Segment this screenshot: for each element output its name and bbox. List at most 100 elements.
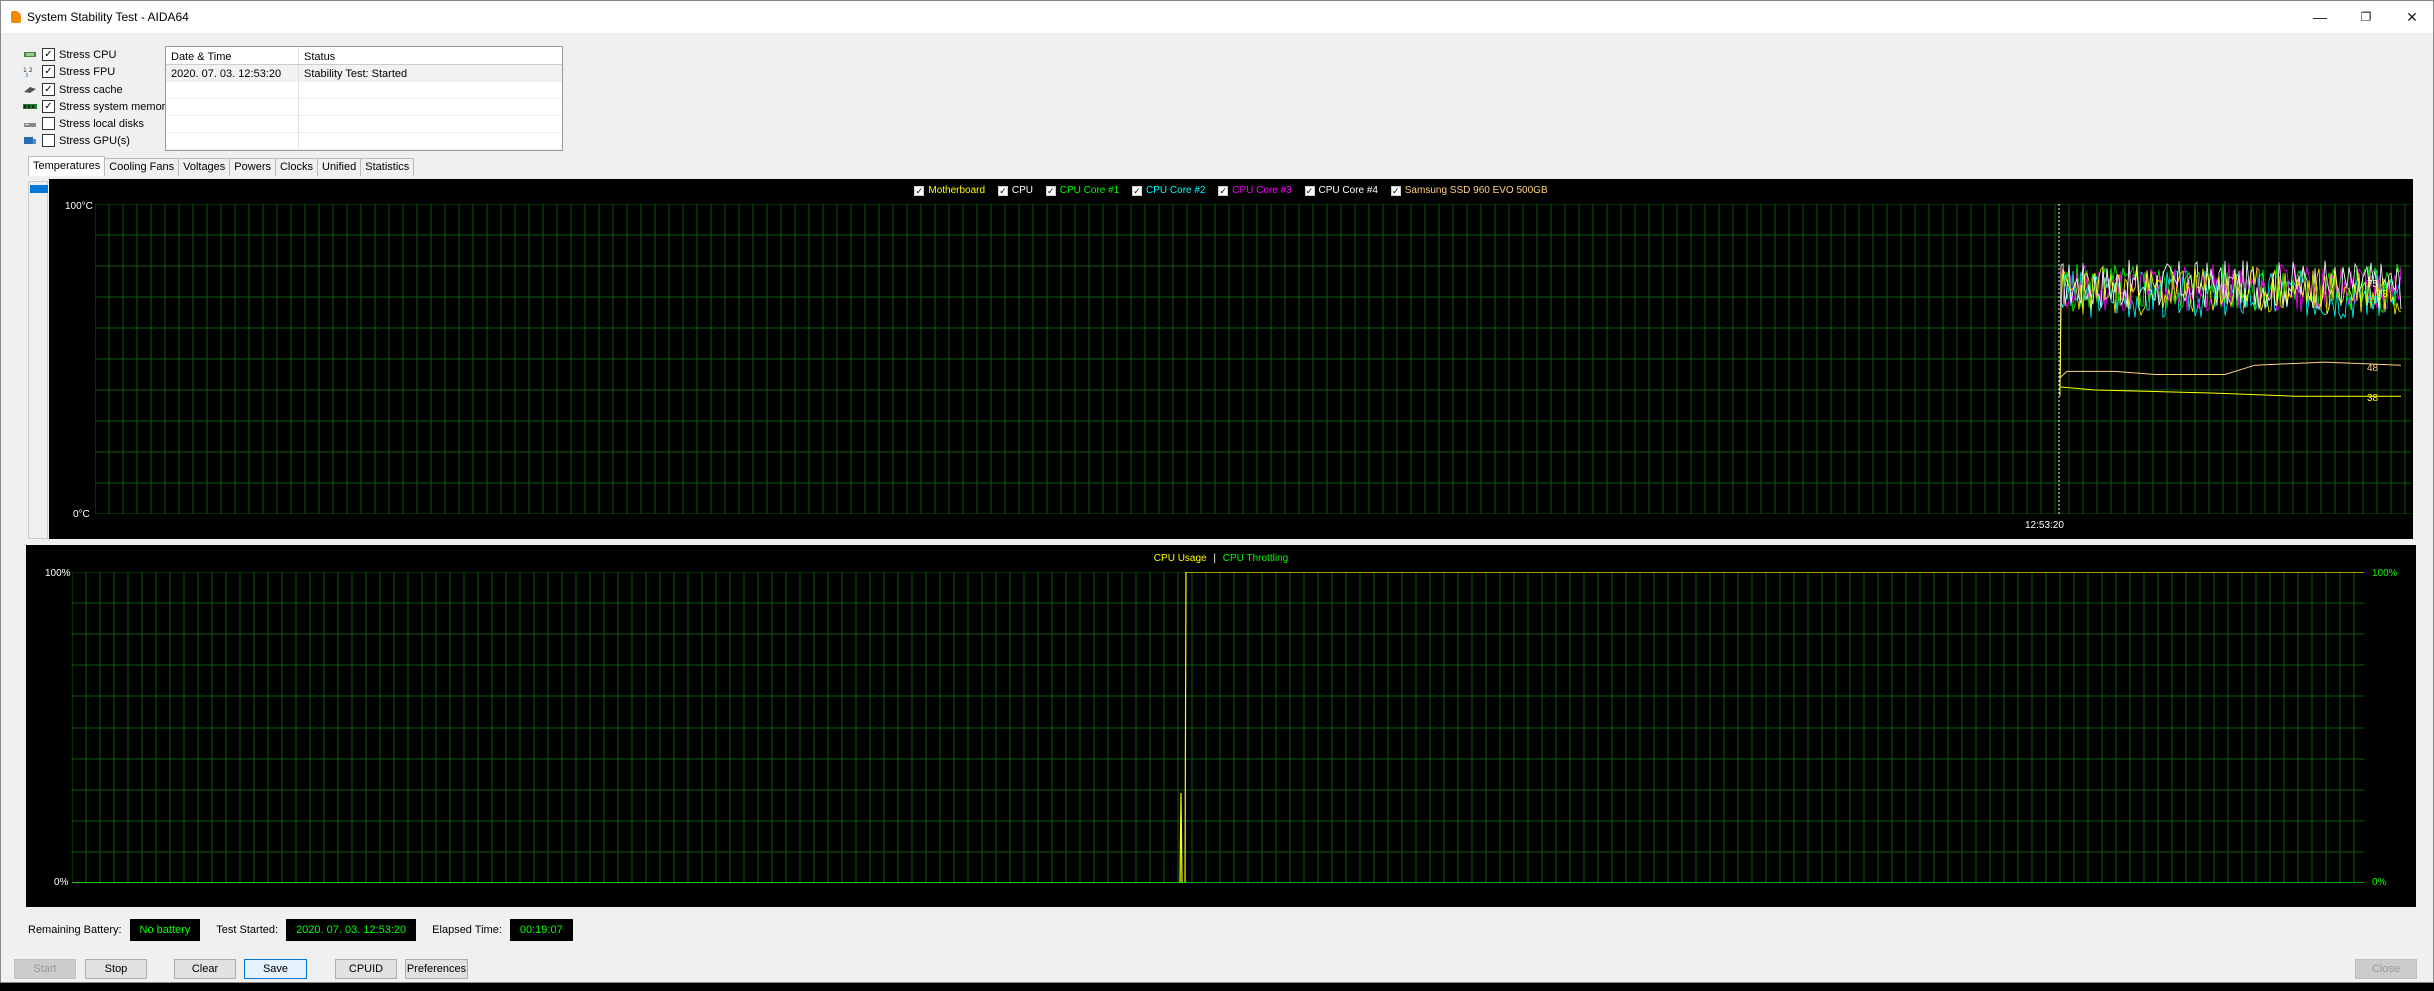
tab-powers[interactable]: Powers [229,158,276,176]
temp-value-label: 38 [2367,393,2379,404]
close-button[interactable]: Close [2355,959,2417,979]
temperature-plot-area [95,204,2411,514]
log-header-datetime[interactable]: Date & Time [166,47,299,64]
usage-y-min-right-label: 0% [2372,877,2387,888]
save-button[interactable]: Save [244,959,307,979]
usage-y-min-label: 0% [54,877,69,888]
stress-cpu-checkbox[interactable]: ✓ [42,48,55,61]
tab-statistics[interactable]: Statistics [360,158,415,176]
log-row-empty [166,99,562,116]
stress-disks-label: Stress local disks [59,117,144,130]
stress-gpu-option[interactable]: Stress GPU(s) [23,132,130,149]
title-bar: System Stability Test - AIDA64 — ❐ ✕ [1,1,2433,33]
temp-value-label: 69 [2367,295,2379,306]
tab-unified[interactable]: Unified [317,158,362,176]
graph-tabs: Temperatures Cooling Fans Voltages Power… [28,156,415,176]
legend-separator: | [1213,553,1216,564]
temp-value-label: 48 [2367,363,2379,374]
temperature-chart: ✓ Motherboard ✓ CPU ✓ CPU Core #1 ✓ CPU Core… [49,179,2413,539]
log-cell-status: Stability Test: Started [304,68,408,80]
legend-checkbox[interactable]: ✓ [1390,185,1401,196]
legend-cpu-throttling: CPU Throttling [1222,553,1289,564]
log-header-status[interactable]: Status [299,47,546,64]
cpu-icon [24,52,36,57]
stress-cpu-label: Stress CPU [59,48,117,61]
stress-gpu-checkbox[interactable] [42,134,55,147]
tab-temperatures[interactable]: Temperatures [28,156,106,176]
battery-value: No battery [129,919,201,941]
legend-label: CPU [1011,185,1033,196]
aida64-flame-icon [11,11,21,23]
log-cell-datetime: 2020. 07. 03. 12:53:20 [166,65,299,81]
legend-checkbox[interactable]: ✓ [997,185,1008,196]
elapsed-time-label: Elapsed Time: [432,924,502,936]
disk-icon [24,123,36,127]
close-window-button[interactable]: ✕ [2389,1,2434,33]
usage-plot-area [72,572,2364,883]
legend-label: Motherboard [928,185,986,196]
selected-sensor-bar[interactable] [30,185,48,193]
clear-button[interactable]: Clear [174,959,236,979]
time-marker-label: 12:53:20 [2025,520,2064,531]
legend-checkbox[interactable]: ✓ [1132,185,1143,196]
cpu-usage-chart: CPU Usage | CPU Throttling 100% 0% 100% … [26,545,2416,907]
minimize-button[interactable]: — [2297,1,2343,33]
stress-cache-checkbox[interactable]: ✓ [42,83,55,96]
stress-fpu-checkbox[interactable]: ✓ [42,65,55,78]
test-started-label: Test Started: [216,924,279,936]
log-row[interactable]: 2020. 07. 03. 12:53:20 Stability Test: S… [166,65,562,82]
stress-memory-checkbox[interactable]: ✓ [42,100,55,113]
legend-checkbox[interactable]: ✓ [914,185,925,196]
start-button[interactable]: Start [14,959,76,979]
stress-disks-checkbox[interactable] [42,117,55,130]
tab-voltages[interactable]: Voltages [178,158,231,176]
legend-item-motherboard[interactable]: ✓ Motherboard [914,185,985,196]
stress-cache-option[interactable]: ✓ Stress cache [23,81,123,98]
legend-label: CPU Core #2 [1146,185,1206,196]
legend-checkbox[interactable]: ✓ [1045,185,1056,196]
stress-fpu-option[interactable]: 1 23 ✓ Stress FPU [23,63,115,80]
tab-cooling-fans[interactable]: Cooling Fans [104,158,180,176]
stress-disks-option[interactable]: Stress local disks [23,115,144,132]
stress-cache-label: Stress cache [59,83,123,96]
legend-cpu-usage: CPU Usage [1153,553,1207,564]
stress-gpu-label: Stress GPU(s) [59,134,130,147]
usage-y-max-right-label: 100% [2372,568,2398,579]
stop-button[interactable]: Stop [85,959,147,979]
legend-item-samsung-ssd[interactable]: ✓ Samsung SSD 960 EVO 500GB [1390,185,1548,196]
elapsed-time-value: 00:19:07 [509,919,573,941]
cache-icon [24,87,36,93]
legend-label: CPU Core #3 [1232,185,1292,196]
preferences-button[interactable]: Preferences [405,959,468,979]
legend-item-cpu[interactable]: ✓ CPU [997,185,1033,196]
log-header-row: Date & Time Status [166,47,562,65]
status-bar: Remaining Battery: No battery Test Start… [28,919,573,941]
event-log-table: Date & Time Status 2020. 07. 03. 12:53:2… [165,46,563,151]
temp-value-label: 73 [2377,289,2389,300]
log-row-empty [166,82,562,99]
app-window: System Stability Test - AIDA64 — ❐ ✕ ✓ S… [0,0,2434,983]
cpuid-button[interactable]: CPUID [335,959,397,979]
legend-checkbox[interactable]: ✓ [1304,185,1315,196]
legend-item-cpu-core-2[interactable]: ✓ CPU Core #2 [1132,185,1205,196]
legend-item-cpu-core-4[interactable]: ✓ CPU Core #4 [1304,185,1378,196]
temp-y-max-label: 100°C [65,201,93,212]
legend-checkbox[interactable]: ✓ [1218,185,1229,196]
stress-memory-option[interactable]: ✓ Stress system memory [23,98,171,115]
usage-legend: CPU Usage | CPU Throttling [26,553,2416,564]
legend-item-cpu-core-1[interactable]: ✓ CPU Core #1 [1045,185,1120,196]
legend-item-cpu-core-3[interactable]: ✓ CPU Core #3 [1218,185,1292,196]
sensor-list-panel[interactable] [28,181,48,539]
stress-cpu-option[interactable]: ✓ Stress CPU [23,46,116,63]
battery-label: Remaining Battery: [28,924,122,936]
stress-memory-label: Stress system memory [59,100,171,113]
legend-label: CPU Core #4 [1318,185,1378,196]
usage-y-max-label: 100% [45,568,71,579]
temperature-legend: ✓ Motherboard ✓ CPU ✓ CPU Core #1 ✓ CPU Core… [49,185,2413,197]
maximize-button[interactable]: ❐ [2343,1,2389,33]
legend-label: CPU Core #1 [1059,185,1120,196]
test-started-value: 2020. 07. 03. 12:53:20 [286,919,417,941]
tab-clocks[interactable]: Clocks [274,158,318,176]
log-row-empty [166,133,562,150]
temp-y-min-label: 0°C [73,509,90,520]
